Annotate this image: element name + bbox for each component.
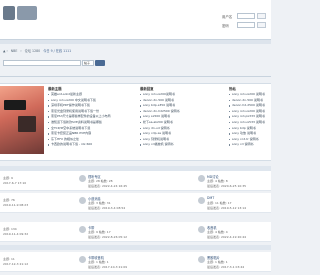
divider (0, 76, 271, 77)
forum-meta: 主题: 4 帖数: 4 (207, 230, 228, 234)
forum-cell[interactable]: 主题: 9 2017-6-7 17:10 (0, 171, 70, 191)
nav-bar (0, 40, 271, 44)
latest-replies-column: 最新回复 sony icd-ux200说明书 denon dn-500 说明书 … (140, 87, 224, 148)
featured-image-detail (18, 116, 36, 132)
forum-meta: 最后发表: 2019-5-12 13:14 (207, 206, 247, 210)
forum-icon (198, 175, 205, 182)
forum-row-bg: 主题: 76 2019-11-9 08:23 小道消息 主题: 3 帖数: 31… (0, 193, 271, 213)
forum-stats: 今日 9 / 在线 1111 (43, 49, 72, 53)
forum-meta: 主题: 134 (3, 227, 17, 231)
forum-meta: 最后发表: 2022-4-24 16:45 (88, 184, 128, 188)
forum-meta: 2019-11-9 08:23 (3, 203, 29, 207)
featured-image-detail (4, 100, 26, 110)
forum-meta: 最后发表: 2022-8-26 05:12 (88, 235, 128, 239)
forum-meta: 2019-11-4 09:32 (3, 232, 29, 236)
forum-cell[interactable]: 黑胶唱片 主题: 1 帖数: 1 最后发表: 2017-3-1 03:44 (195, 252, 271, 272)
forum-meta: 主题: 28 帖数: 28 (88, 179, 113, 183)
forum-icon (79, 256, 86, 263)
forum-meta: 主题: 11 帖数: 17 (207, 201, 232, 205)
list-item[interactable]: sony cd 说明书 (229, 142, 271, 148)
username-row: 用户名 (222, 13, 268, 20)
auto-login-checkbox[interactable] (257, 13, 266, 19)
forum-meta: 最后发表: 2017-10-3 21:09 (88, 265, 128, 269)
forum-cell[interactable]: DMT 主题: 11 帖数: 17 最后发表: 2019-5-12 13:14 (195, 193, 271, 213)
password-row: 密码 (222, 22, 268, 29)
logo-wordmark (17, 6, 37, 20)
search-bar: 帖子 (3, 60, 105, 66)
search-scope-select[interactable]: 帖子 (82, 60, 94, 66)
latest-threads-column: 最新主题 英雄ent-solid最新主题 sony icd-ux200 中文说明… (48, 87, 134, 148)
forum-cell[interactable]: 卡带 主题: 9 帖数: 17 最后发表: 2022-8-26 05:12 (76, 222, 186, 242)
forum-meta: 主题: 3 帖数: 31 (88, 201, 111, 205)
login-form: 用户名 密码 (222, 13, 268, 31)
forum-meta: 主题: 9 (3, 176, 13, 180)
forum-meta: 主题: 1 帖数: 1 (88, 260, 109, 264)
breadcrumb-site[interactable]: NBE (11, 49, 18, 53)
forum-meta: 主题: 1 帖数: 1 (207, 260, 228, 264)
forum-cell[interactable]: 小道消息 主题: 3 帖数: 31 最后发表: 2019-3-4 08:54 (76, 193, 186, 213)
forum-meta: 2017-6-7 17:10 (3, 181, 27, 185)
forum-meta: 主题: 76 (3, 198, 15, 202)
forum-cell[interactable]: 主题: 11 2017-12-3 21:12 (0, 252, 70, 272)
forum-name[interactable]: DMT (207, 196, 214, 200)
forum-meta: 最后发表: 2020-6-25 10:35 (207, 184, 247, 188)
forum-row: 主题: 11 2017-12-3 21:12 卡带收音机 主题: 1 帖数: 1… (0, 252, 271, 272)
forum-row: 主题: 134 2019-11-4 09:32 卡带 主题: 9 帖数: 17 … (0, 222, 271, 242)
forum-icon (198, 197, 205, 204)
forum-icon (198, 226, 205, 233)
forum-meta: 最后发表: 2017-3-1 03:44 (207, 265, 245, 269)
forum-meta: 最后发表: 2022-4-19 20:44 (207, 235, 247, 239)
site-header: 用户名 密码 (0, 0, 271, 40)
forum-icon (198, 256, 205, 263)
forum-icon (79, 175, 86, 182)
forum-meta: 最后发表: 2019-3-4 08:54 (88, 206, 126, 210)
logo-mark-icon (3, 6, 15, 20)
password-label: 密码 (222, 24, 229, 28)
forum-cell[interactable]: 视听专区 主题: 28 帖数: 28 最后发表: 2022-4-24 16:45 (76, 171, 186, 191)
forum-row: 主题: 76 2019-11-9 08:23 小道消息 主题: 3 帖数: 31… (0, 193, 271, 213)
forum-meta: 主题: 9 帖数: 17 (88, 230, 111, 234)
forum-cell[interactable]: 卡带收音机 主题: 1 帖数: 1 最后发表: 2017-10-3 21:09 (76, 252, 186, 272)
forum-row-bg: 主题: 9 2017-6-7 17:10 视听专区 主题: 28 帖数: 28 … (0, 171, 271, 191)
forum-row: 主题: 9 2017-6-7 17:10 视听专区 主题: 28 帖数: 28 … (0, 171, 271, 191)
forum-cell[interactable]: MD讨论 主题: 4 帖数: 8 最后发表: 2020-6-25 10:35 (195, 171, 271, 191)
forum-meta: 2017-12-3 21:12 (3, 262, 29, 266)
username-input[interactable] (237, 13, 255, 19)
home-icon[interactable]: ▲ › (3, 49, 8, 53)
forum-section-header (0, 245, 271, 250)
breadcrumb-forum[interactable]: 论坛 1280 (25, 49, 41, 53)
hot-threads-column: 热帖 sony icd-ux200 说明书 denon dn-500 说明书 d… (229, 87, 271, 148)
forum-cell[interactable]: 主题: 134 2019-11-4 09:32 (0, 222, 70, 242)
password-input[interactable] (237, 22, 255, 28)
list-item[interactable]: sony cd播放机 说明书 (140, 142, 224, 148)
featured-image[interactable] (0, 86, 44, 154)
login-button[interactable] (257, 22, 266, 28)
forum-cell[interactable]: 收音机 主题: 4 帖数: 4 最后发表: 2022-4-19 20:44 (195, 222, 271, 242)
forum-meta: 主题: 11 (3, 257, 15, 261)
breadcrumb: ▲ › NBE › 论坛 1280 今日 9 / 在线 1111 (3, 48, 73, 53)
username-label: 用户名 (222, 15, 233, 19)
forum-row-bg: 主题: 11 2017-12-3 21:12 卡带收音机 主题: 1 帖数: 1… (0, 252, 271, 272)
forum-icon (79, 226, 86, 233)
search-button[interactable] (95, 60, 105, 66)
site-logo[interactable] (3, 6, 37, 20)
forum-icon (79, 197, 86, 204)
forum-meta: 主题: 4 帖数: 8 (207, 179, 228, 183)
forum-cell[interactable]: 主题: 76 2019-11-9 08:23 (0, 193, 70, 213)
search-input[interactable] (3, 60, 81, 66)
forum-row-bg: 主题: 134 2019-11-4 09:32 卡带 主题: 9 帖数: 17 … (0, 222, 271, 242)
breadcrumb-sep: › (20, 49, 22, 53)
news-block: 最新主题 英雄ent-solid最新主题 sony icd-ux200 中文说明… (0, 83, 271, 161)
list-item[interactable]: 卡西欧的说明书下载 - idx 600 (48, 142, 134, 148)
